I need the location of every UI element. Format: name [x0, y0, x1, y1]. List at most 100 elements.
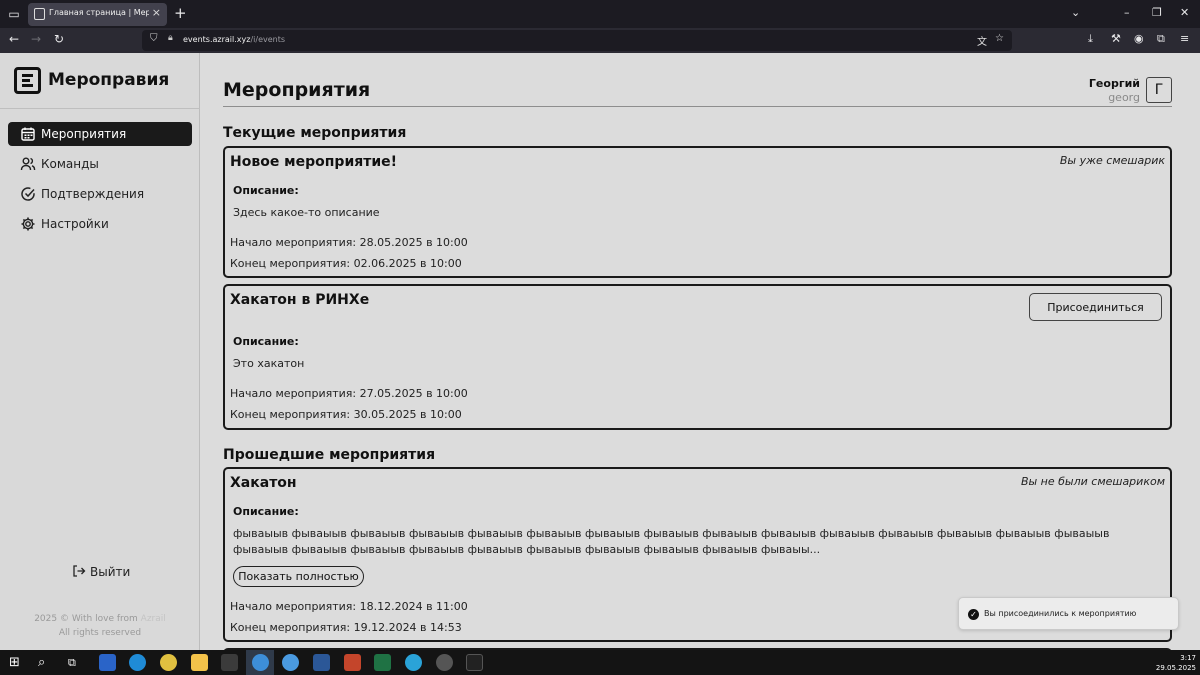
check-circle-icon [21, 187, 35, 201]
tools-icon[interactable]: ⚒ [1111, 32, 1121, 45]
user-login: georg [1108, 91, 1140, 104]
downloads-icon[interactable]: ⤓ [1088, 32, 1093, 46]
tab-list-icon[interactable]: ▭ [6, 6, 22, 22]
browser-nav-bar: ← → ↻ ⛉ 🔒︎ events.azrail.xyz/i/events 文 … [0, 28, 1200, 53]
event-card: Новое мероприятие! Вы уже смешарик Описа… [223, 146, 1172, 278]
sidebar-divider [0, 108, 200, 109]
event-status: Вы не были смешариком [1020, 475, 1165, 488]
show-full-button[interactable]: Показать полностью [233, 566, 364, 587]
app-icon-2[interactable] [221, 654, 238, 671]
event-description-label: Описание: [233, 335, 299, 348]
event-description: фываыыв фываыыв фываыыв фываыыв фываыыв … [233, 527, 1110, 556]
tab-close-icon[interactable]: × [152, 6, 161, 19]
event-end: Конец мероприятия: 30.05.2025 в 10:00 [230, 408, 462, 421]
firefox-icon[interactable] [252, 654, 269, 671]
excel-icon[interactable] [374, 654, 391, 671]
check-icon: ✓ [968, 609, 979, 620]
tracking-shield-icon[interactable]: ⛉ [150, 33, 158, 44]
event-start: Начало мероприятия: 28.05.2025 в 10:00 [230, 236, 468, 249]
minimize-button[interactable]: – [1124, 6, 1130, 19]
user-name: Георгий [1088, 77, 1140, 90]
event-start: Начало мероприятия: 27.05.2025 в 10:00 [230, 387, 468, 400]
event-name: Новое мероприятие! [230, 154, 398, 170]
web-page: Мероправия Мероприятия Команды Подтвержд… [0, 53, 1200, 650]
logout-icon [73, 565, 86, 577]
gear-icon [21, 217, 35, 231]
users-icon [20, 157, 36, 171]
powerpoint-icon[interactable] [344, 654, 361, 671]
page-favicon-icon [34, 8, 45, 20]
brand-name: Мероправия [48, 70, 170, 90]
sidebar-item-label: Мероприятия [41, 127, 127, 141]
sidebar-item-settings[interactable]: Настройки [8, 212, 192, 236]
close-window-button[interactable]: ✕ [1180, 6, 1189, 19]
reload-icon[interactable]: ↻ [54, 32, 64, 46]
browser-tab-bar: ▭ Главная страница | Мероправ × + ⌄ – ❐ … [0, 0, 1200, 28]
event-end: Конец мероприятия: 19.12.2024 в 14:53 [230, 621, 462, 634]
new-tab-button[interactable]: + [174, 5, 187, 21]
page-title: Мероприятия [223, 79, 371, 101]
back-icon[interactable]: ← [9, 32, 19, 46]
sidebar-item-label: Подтверждения [41, 187, 145, 201]
list-all-tabs-icon[interactable]: ⌄ [1071, 6, 1080, 19]
word-icon[interactable] [313, 654, 330, 671]
sidebar-item-label: Настройки [41, 217, 109, 231]
sidebar-item-teams[interactable]: Команды [8, 152, 192, 176]
clock-date: 29.05.2025 [1155, 664, 1196, 672]
event-name: Хакатон в РИНХе [230, 292, 370, 308]
tab-title: Главная страница | Мероправ [49, 8, 149, 17]
event-description: Это хакатон [233, 357, 305, 370]
footer-rights: All rights reserved [58, 628, 142, 638]
chrome-icon[interactable] [160, 654, 177, 671]
logout-button[interactable]: Выйти [72, 564, 130, 579]
join-button[interactable]: Присоединиться [1029, 293, 1162, 321]
menu-icon[interactable]: ≡ [1180, 32, 1189, 45]
file-explorer-icon[interactable] [191, 654, 208, 671]
translate-icon[interactable]: 文 [977, 33, 987, 48]
search-icon[interactable]: ⌕ [38, 654, 45, 671]
telegram-icon[interactable] [405, 654, 422, 671]
success-toast[interactable]: ✓ Вы присоединились к мероприятию [958, 597, 1179, 630]
address-bar[interactable]: ⛉ 🔒︎ events.azrail.xyz/i/events 文 ☆ [142, 30, 1012, 51]
event-name: Хакатон [230, 475, 297, 491]
url-text[interactable]: events.azrail.xyz/i/events [183, 35, 285, 44]
event-card: Хакатон в РИНХе Присоединиться Описание:… [223, 284, 1172, 430]
sidebar-item-events[interactable]: Мероприятия [8, 122, 192, 146]
event-description-label: Описание: [233, 184, 299, 197]
forward-icon[interactable]: → [31, 32, 41, 46]
calendar-icon [21, 127, 35, 141]
clock-time: 3:17 [1180, 654, 1196, 662]
event-description: Здесь какое-то описание [233, 206, 380, 219]
app-icon-4[interactable] [466, 654, 483, 671]
app-icon-1[interactable] [99, 654, 116, 671]
browser-tab-active[interactable]: Главная страница | Мероправ × [28, 3, 167, 26]
start-icon[interactable]: ⊞ [9, 654, 20, 671]
maximize-button[interactable]: ❐ [1152, 6, 1162, 19]
footer-copyright: 2025 © With love from [34, 614, 141, 624]
event-end: Конец мероприятия: 02.06.2025 в 10:00 [230, 257, 462, 270]
sidebar-item-confirmations[interactable]: Подтверждения [8, 182, 192, 206]
system-clock[interactable]: 3:17 29.05.2025 [1156, 653, 1196, 673]
taskbar: ⊞ ⌕ ⧉ 3:17 29.05.2025 [0, 650, 1200, 675]
event-start: Начало мероприятия: 18.12.2024 в 11:00 [230, 600, 468, 613]
extensions-icon[interactable]: ⧉ [1157, 32, 1165, 46]
account-icon[interactable]: ◉ [1134, 32, 1144, 45]
edge-icon[interactable] [129, 654, 146, 671]
logout-label: Выйти [90, 565, 131, 579]
lock-icon[interactable]: 🔒︎ [168, 33, 173, 43]
brand-logo-icon [14, 67, 41, 94]
avatar[interactable]: Г [1146, 77, 1172, 103]
sidebar-footer: 2025 © With love from Azrail All rights … [0, 612, 200, 640]
task-view-icon[interactable]: ⧉ [68, 654, 76, 671]
firefox-dev-icon[interactable] [282, 654, 299, 671]
header-divider [223, 106, 1172, 107]
main-content: Мероприятия Георгий georg Г Текущие меро… [200, 53, 1200, 650]
sidebar-item-label: Команды [41, 157, 99, 171]
app-icon-3[interactable] [436, 654, 453, 671]
bookmark-star-icon[interactable]: ☆ [995, 33, 1004, 44]
event-status: Вы уже смешарик [1059, 154, 1165, 167]
past-events-heading: Прошедшие мероприятия [223, 447, 436, 463]
current-events-heading: Текущие мероприятия [223, 125, 407, 141]
footer-author-link[interactable]: Azrail [141, 614, 166, 624]
event-description-label: Описание: [233, 505, 299, 518]
